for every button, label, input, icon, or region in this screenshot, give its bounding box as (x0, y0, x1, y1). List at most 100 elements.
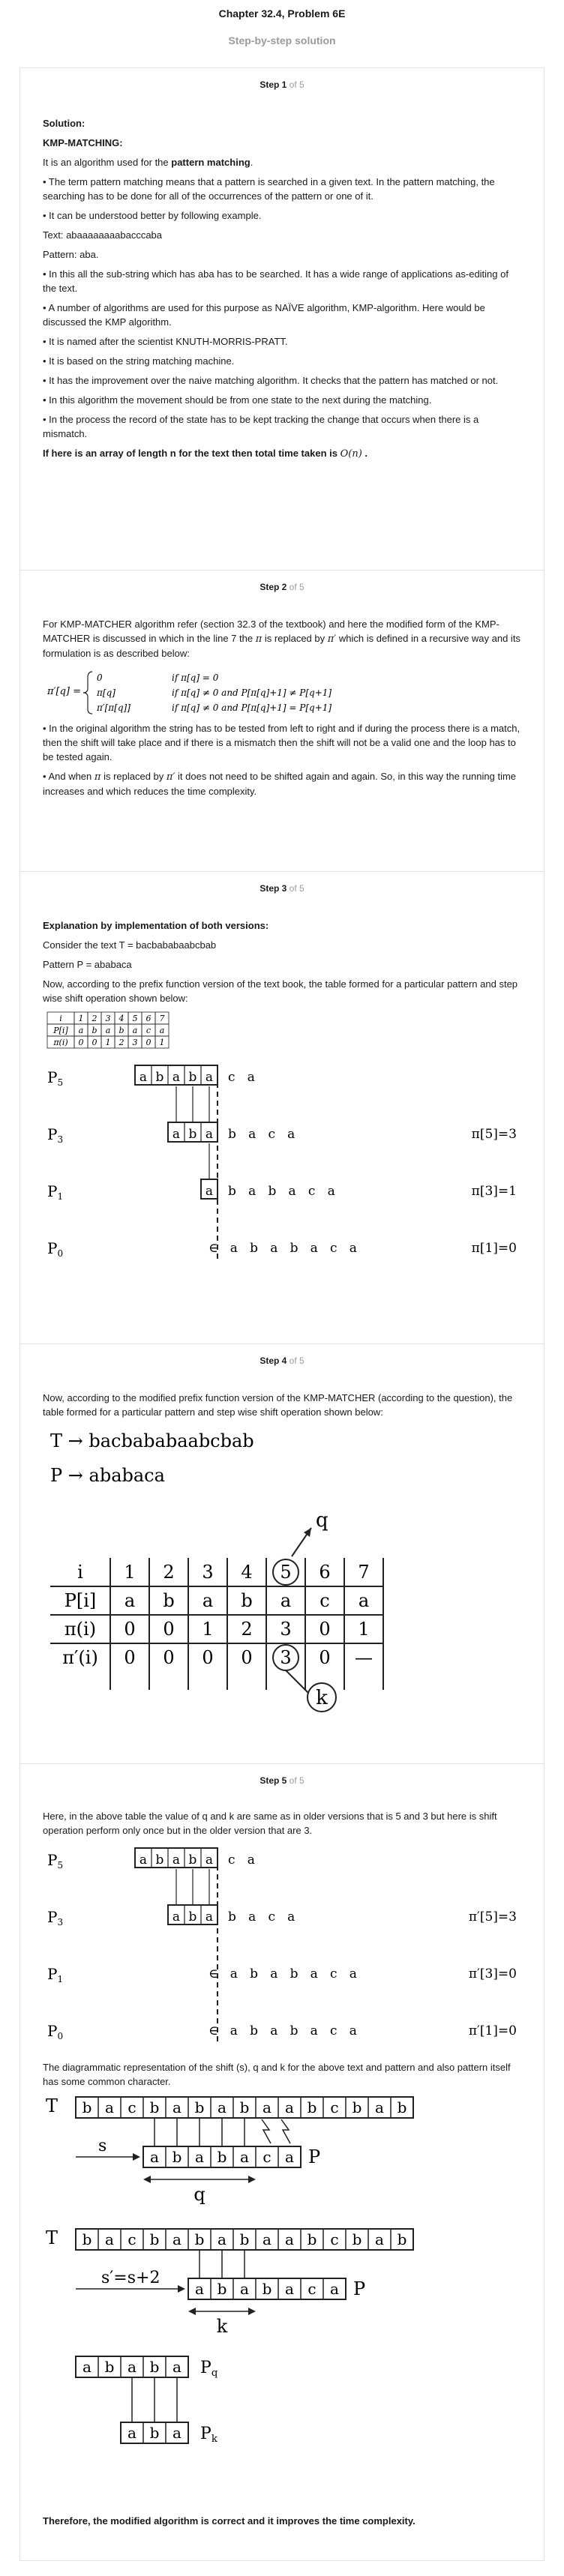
s2-label: s′=s+2 (101, 2269, 160, 2287)
pq-char: a (172, 2358, 182, 2376)
shift-diagram: P5 a b a b a c aP3 a b a b a c a π′[5]=3P1 ∈ a b a b… (47, 1847, 517, 2042)
table-cell-text: 0 (92, 1038, 98, 1047)
pattern-label: P0 (47, 2022, 63, 2041)
pq-char: a (82, 2358, 92, 2376)
pq-char: a (128, 2358, 136, 2376)
pattern-char: a (240, 2280, 249, 2298)
solution-page: Chapter 32.4, Problem 6E Step-by-step so… (0, 0, 564, 2561)
text-char: c (128, 2098, 136, 2116)
paragraph: Here, in the above table the value of q … (43, 1811, 497, 1836)
table-cell-text: 2 (241, 1619, 252, 1640)
table-cell-text: 0 (124, 1647, 135, 1668)
pattern-label: P3 (47, 1125, 63, 1145)
s-label: s (98, 2137, 106, 2155)
table-cell-text: π(i) (64, 1619, 96, 1640)
text-char: a (172, 2230, 182, 2248)
pattern-char: a (206, 1127, 213, 1142)
paragraph: • It is named after the scientist KNUTH-… (43, 336, 288, 347)
remaining-chars: ∈ a b a b a c a (208, 2023, 357, 2038)
text-char: b (195, 2098, 205, 2116)
pattern-char: a (140, 1070, 147, 1085)
paragraph: • It has the improvement over the naive … (43, 375, 499, 386)
section-heading: Explanation by implementation of both ve… (43, 920, 269, 931)
remaining-chars: b a c a (228, 1127, 295, 1142)
table-cell-text: 0 (79, 1038, 84, 1047)
s-arrow-head (133, 2153, 140, 2161)
step-4: Step 4 of 5 Now, according to the modifi… (20, 1343, 544, 1763)
pattern-label: Pk (200, 2425, 218, 2445)
table-cell-text: 3 (133, 1038, 138, 1047)
pattern-char: a (206, 1070, 213, 1085)
pattern-label: P5 (47, 1068, 63, 1088)
table-cell-text: c (146, 1026, 151, 1035)
pattern-char: b (156, 1070, 164, 1085)
table-cell-text: 4 (241, 1562, 252, 1583)
pq-char: b (150, 2358, 160, 2376)
text-char: a (375, 2230, 384, 2248)
text-char: c (330, 2230, 338, 2248)
conclusion: If here is an array of length n for the … (43, 448, 368, 460)
pattern-char: b (218, 2148, 227, 2166)
pattern-definition: P → ababaca (50, 1465, 165, 1486)
table-cell-text: b (241, 1590, 252, 1611)
table-cell-text: 1 (106, 1038, 111, 1047)
k-span-head (188, 2308, 196, 2315)
table-cell-text: 0 (241, 1647, 252, 1668)
text-char: a (218, 2098, 226, 2116)
alignment-diagram: Tb a c b a b a b a a b c b a ba b a b a c a PsqT b a c b a b a b a a b c b… (46, 2095, 414, 2445)
text-char: b (308, 2230, 317, 2248)
table-cell-text: a (106, 1026, 111, 1035)
pattern-example: Pattern: aba. (43, 249, 99, 260)
pk-char: a (128, 2424, 136, 2442)
table-cell-text: c (320, 1590, 329, 1611)
table-cell-text: 6 (146, 1014, 152, 1023)
text-char: a (105, 2230, 114, 2248)
table-cell-text: 7 (358, 1562, 369, 1583)
step-label: Step 1 of 5 (260, 79, 304, 90)
table-cell-text: i (59, 1014, 62, 1023)
step-label: Step 4 of 5 (260, 1355, 304, 1366)
paragraph: • It can be understood better by followi… (43, 210, 262, 221)
table-cell-text: 0 (163, 1619, 174, 1640)
step-5: Step 5 of 5 Here, in the above table the… (20, 1763, 544, 2561)
paragraph: Now, according to the modified prefix fu… (43, 1392, 513, 1418)
prefix-value-note: π′[3]=0 (469, 1966, 517, 1981)
pattern-label: P0 (47, 1239, 63, 1259)
table-cell-text: b (118, 1026, 124, 1035)
pattern-label: P3 (47, 1908, 63, 1928)
table-cell-text: 5 (133, 1014, 138, 1023)
pattern-char: b (172, 2148, 182, 2166)
paragraph: • The term pattern matching means that a… (43, 176, 495, 202)
table-cell-text: a (124, 1590, 135, 1611)
pattern-char: a (150, 2148, 159, 2166)
table-cell-text: 3 (280, 1647, 291, 1668)
table-cell-text: a (79, 1026, 84, 1035)
table-cell-text: 2 (118, 1038, 124, 1047)
text-label: T (46, 2095, 58, 2116)
step-label: Step 2 of 5 (260, 582, 304, 592)
pattern-char: a (206, 1184, 213, 1199)
remaining-chars: c a (228, 1070, 255, 1085)
solution-label: Solution: (43, 118, 86, 129)
pattern-char: b (189, 1070, 197, 1085)
remaining-chars: ∈ a b a b a c a (208, 1966, 357, 1981)
table-cell-text: b (92, 1026, 97, 1035)
table-cell-text: 4 (118, 1014, 124, 1023)
table-cell-text: 0 (146, 1038, 152, 1047)
pattern-char: a (285, 2148, 294, 2166)
prefix-function-table: i 1 2 3 4 5 6 7P[i] a b a b a c aπ(i) 0 0 1 2 3 0 1 (46, 1011, 170, 1049)
remaining-chars: c a (228, 1853, 255, 1868)
table-cell-text: 2 (92, 1014, 98, 1023)
table-cell-text: 3 (280, 1619, 291, 1640)
pattern-label: P (308, 2146, 320, 2167)
step-2: Step 2 of 5 For KMP-MATCHER algorithm re… (20, 570, 544, 871)
paragraph: The diagrammatic representation of the s… (43, 2062, 511, 2087)
table-cell-text: a (358, 1590, 369, 1611)
pattern-char: a (140, 1853, 147, 1868)
pattern-char: a (240, 2148, 249, 2166)
text-char: b (195, 2230, 205, 2248)
s2-arrow-head (178, 2285, 185, 2293)
modified-prefix-table: T → bacbababaabcbab P → ababaca i 1 2 3 4 5 6 7… (50, 1430, 384, 1712)
table-cell-text: π′(i) (62, 1647, 98, 1668)
q-label: q (316, 1509, 328, 1532)
